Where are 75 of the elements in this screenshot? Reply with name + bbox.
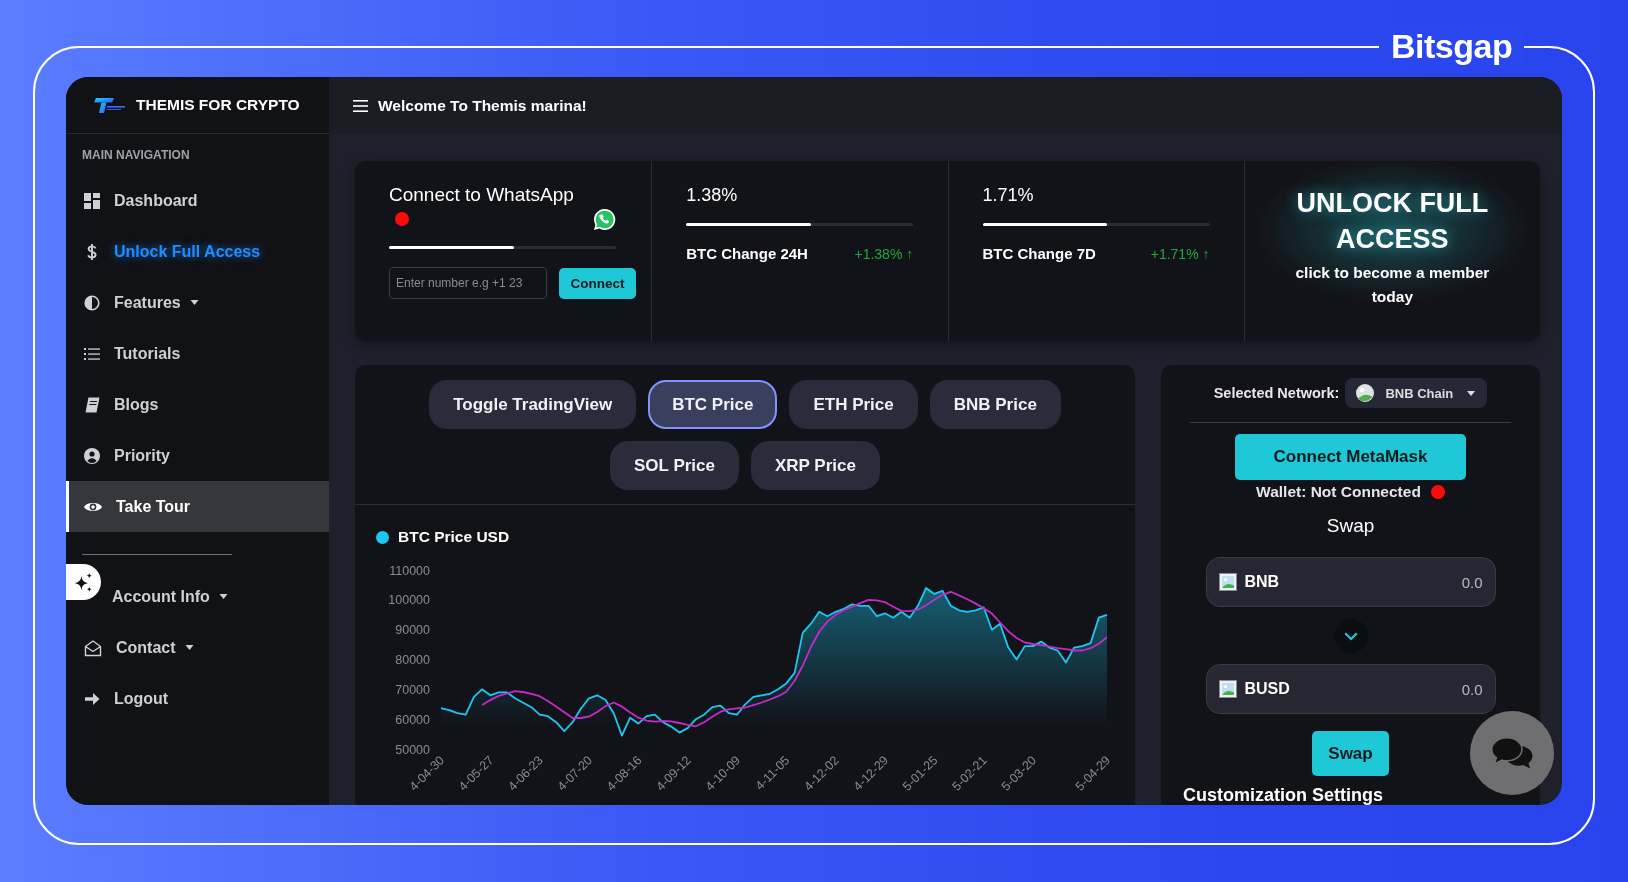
list-icon [84, 345, 100, 362]
network-label: Selected Network: [1213, 385, 1340, 401]
token-amount: 0.0 [1461, 680, 1483, 698]
book-icon [84, 396, 100, 413]
section-title: Swap [1326, 515, 1375, 537]
change-value: +1.38% ↑ [854, 245, 914, 263]
nav-item[interactable]: Tutorials [84, 328, 181, 379]
stat-value: 1.38% [686, 184, 739, 206]
arrow-right-icon [84, 690, 100, 707]
token-field[interactable]: BUSD 0.0 [1205, 664, 1496, 714]
chart-tab[interactable]: BTC Price [648, 380, 778, 429]
grid-icon [84, 192, 100, 209]
envelope-icon [84, 638, 102, 657]
promo-text: click to become a member today [1294, 263, 1491, 307]
wallet-status: Wallet: Not Connected [1256, 483, 1421, 501]
connect-wallet-button[interactable]: Connect MetaMask [1235, 434, 1466, 480]
half-circle-icon [84, 294, 100, 311]
stat-value: 1.71% [982, 184, 1035, 206]
caret-icon [1467, 390, 1476, 396]
nav-item[interactable]: Unlock Full Access [84, 226, 261, 277]
chat-bubbles-icon [1491, 736, 1533, 770]
nav-item[interactable]: Blogs [84, 379, 159, 430]
round-image-icon [1355, 383, 1376, 403]
stat-label: BTC Change 24H [686, 245, 808, 263]
sparkle-icon [73, 571, 94, 593]
y-axis-label: 80000 [395, 653, 430, 667]
token-amount: 0.0 [1461, 573, 1483, 591]
phone-bubble-icon [593, 207, 616, 231]
caret-icon [184, 645, 194, 650]
nav-item[interactable]: Account Info [112, 571, 228, 622]
stat-label: BTC Change 7D [982, 245, 1096, 263]
chevron-down-icon [1343, 631, 1358, 641]
change-value: +1.71% ↑ [1150, 245, 1210, 263]
y-axis-label: 100000 [388, 593, 430, 608]
app-title: THEMIS FOR CRYPTO [136, 96, 300, 114]
image-icon [1218, 573, 1237, 591]
chart-tab[interactable]: SOL Price [610, 441, 739, 490]
nav-item[interactable]: Contact [84, 622, 194, 673]
welcome-text: Welcome To Themis marina! [378, 96, 587, 115]
legend-label: BTC Price USD [398, 528, 510, 546]
y-axis-label: 50000 [395, 742, 430, 757]
caret-icon [189, 300, 199, 305]
y-axis-label: 60000 [395, 712, 430, 727]
nav-item[interactable]: Features [84, 277, 199, 328]
section-title: Customization Settings [1183, 785, 1383, 805]
network-dropdown[interactable]: BNB Chain [1345, 378, 1488, 408]
card-title: Connect to WhatsApp [389, 184, 575, 206]
nav-item[interactable]: Priority [84, 430, 170, 481]
promo-title: UNLOCK FULL ACCESS [1295, 187, 1490, 256]
token-field[interactable]: BNB 0.0 [1205, 557, 1496, 607]
chart-tab[interactable]: BNB Price [929, 380, 1061, 429]
menu-icon[interactable] [353, 99, 368, 112]
y-axis-label: 70000 [395, 682, 430, 697]
swap-button[interactable]: Swap [1312, 731, 1389, 776]
y-axis-label: 110000 [389, 563, 430, 578]
y-axis-label: 90000 [395, 623, 430, 638]
nav-item[interactable]: Logout [84, 673, 169, 724]
image-icon [1218, 680, 1237, 698]
phone-input[interactable]: Enter number e.g +1 23 [389, 267, 547, 299]
nav-item[interactable]: Dashboard [84, 175, 198, 226]
swap-direction-button[interactable] [1333, 619, 1368, 653]
eye-icon [84, 500, 102, 513]
dollar-icon [84, 243, 100, 260]
caret-icon [218, 594, 228, 599]
section-label: MAIN NAVIGATION [82, 147, 190, 163]
chart-tab[interactable]: ETH Price [789, 380, 918, 429]
logo-icon [93, 96, 126, 114]
nav-item[interactable]: Take Tour [66, 481, 329, 532]
user-circle-icon [84, 447, 100, 464]
connect-button[interactable]: Connect [559, 267, 636, 299]
token-symbol: BUSD [1244, 680, 1290, 698]
sparkle-button[interactable] [66, 564, 101, 600]
token-symbol: BNB [1244, 573, 1280, 591]
chart-tab[interactable]: XRP Price [751, 441, 880, 490]
chart-tab[interactable]: Toggle TradingView [429, 380, 637, 429]
